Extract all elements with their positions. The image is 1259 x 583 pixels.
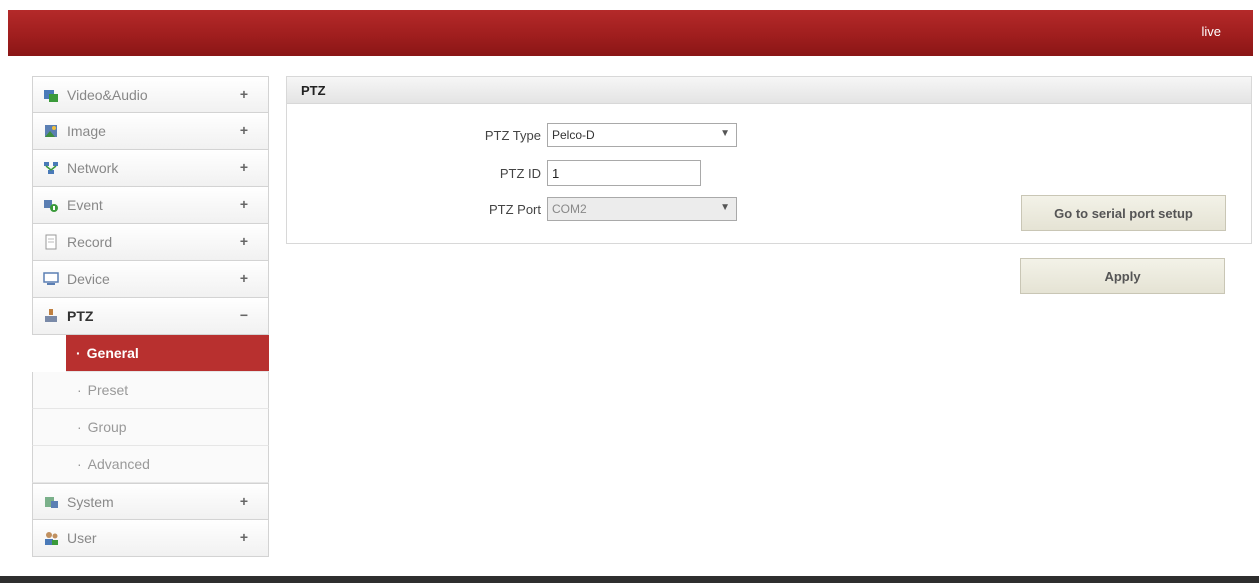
expand-icon: + [239, 159, 248, 175]
expand-icon: + [239, 270, 248, 286]
ptz-type-label: PTZ Type [484, 127, 541, 143]
video-audio-icon [43, 87, 59, 103]
expand-icon: + [239, 529, 248, 545]
bullet-icon: · [77, 382, 82, 398]
sidebar-item-label: PTZ [67, 308, 94, 324]
collapse-icon: − [239, 307, 248, 323]
user-icon [43, 530, 59, 546]
network-icon [43, 160, 59, 176]
sidebar-item-system[interactable]: System + [32, 483, 269, 520]
ptz-port-label: PTZ Port [488, 201, 541, 217]
sidebar-item-user[interactable]: User + [32, 520, 269, 557]
expand-icon: + [239, 122, 248, 138]
bullet-icon: · [76, 345, 81, 361]
ptz-type-value: Pelco-D [552, 128, 595, 142]
ptz-port-select[interactable]: COM2 ▼ [547, 197, 737, 221]
device-icon [43, 271, 59, 287]
sidebar-item-event[interactable]: Event + [32, 187, 269, 224]
serial-port-setup-button[interactable]: Go to serial port setup [1021, 195, 1226, 231]
sidebar-item-device[interactable]: Device + [32, 261, 269, 298]
image-icon [43, 123, 59, 139]
expand-icon: + [239, 196, 248, 212]
sidebar-subitem-label: Advanced [87, 456, 150, 472]
expand-icon: + [239, 233, 248, 249]
sidebar-item-label: User [67, 530, 97, 546]
dropdown-arrow-icon: ▼ [720, 202, 730, 213]
sidebar-subitem-label: Group [87, 419, 127, 435]
sidebar-item-label: Event [67, 197, 103, 213]
ptz-id-row: PTZ ID [287, 160, 701, 186]
record-icon [43, 234, 59, 250]
apply-button[interactable]: Apply [1020, 258, 1225, 294]
ptz-type-select[interactable]: Pelco-D ▼ [547, 123, 737, 147]
live-link[interactable]: live [1201, 24, 1221, 39]
sidebar-subitem-advanced[interactable]: · Advanced [32, 446, 269, 483]
panel-title: PTZ [287, 77, 1251, 104]
ptz-port-row: PTZ Port COM2 ▼ [287, 197, 737, 221]
sidebar-item-network[interactable]: Network + [32, 150, 269, 187]
sidebar-item-record[interactable]: Record + [32, 224, 269, 261]
system-icon [43, 494, 59, 510]
ptz-id-label: PTZ ID [499, 165, 541, 181]
sidebar-item-label: Image [67, 123, 106, 139]
bullet-icon: · [77, 456, 82, 472]
dropdown-arrow-icon: ▼ [720, 128, 730, 139]
sidebar-subitem-group[interactable]: · Group [32, 409, 269, 446]
sidebar-item-label: Device [67, 271, 110, 287]
sidebar-menu: Video&Audio + Image + Network + Event + … [32, 76, 269, 557]
ptz-icon [43, 308, 59, 324]
sidebar-subitem-preset[interactable]: · Preset [32, 372, 269, 409]
sidebar-item-label: System [67, 493, 114, 510]
sidebar-subitem-general[interactable]: · General [66, 335, 269, 372]
bullet-icon: · [77, 419, 82, 435]
sidebar-item-video-audio[interactable]: Video&Audio + [32, 76, 269, 113]
event-icon [43, 197, 59, 213]
footer-bar [0, 576, 1259, 583]
ptz-id-input[interactable] [547, 160, 701, 186]
sidebar-item-image[interactable]: Image + [32, 113, 269, 150]
sidebar-subitem-label: Preset [87, 382, 129, 398]
expand-icon: + [239, 86, 248, 102]
sidebar-item-label: Record [67, 234, 113, 250]
sidebar-subitem-label: General [86, 345, 139, 361]
expand-icon: + [239, 493, 248, 509]
sidebar-item-label: Video&Audio [67, 86, 148, 103]
ptz-port-value: COM2 [552, 202, 587, 216]
sidebar-item-label: Network [67, 160, 119, 176]
ptz-type-row: PTZ Type Pelco-D ▼ [287, 123, 737, 147]
sidebar-item-ptz[interactable]: PTZ − [32, 298, 269, 335]
ptz-settings-panel: PTZ PTZ Type Pelco-D ▼ PTZ ID PTZ Port C… [286, 76, 1252, 244]
top-header-bar: live [8, 10, 1253, 56]
